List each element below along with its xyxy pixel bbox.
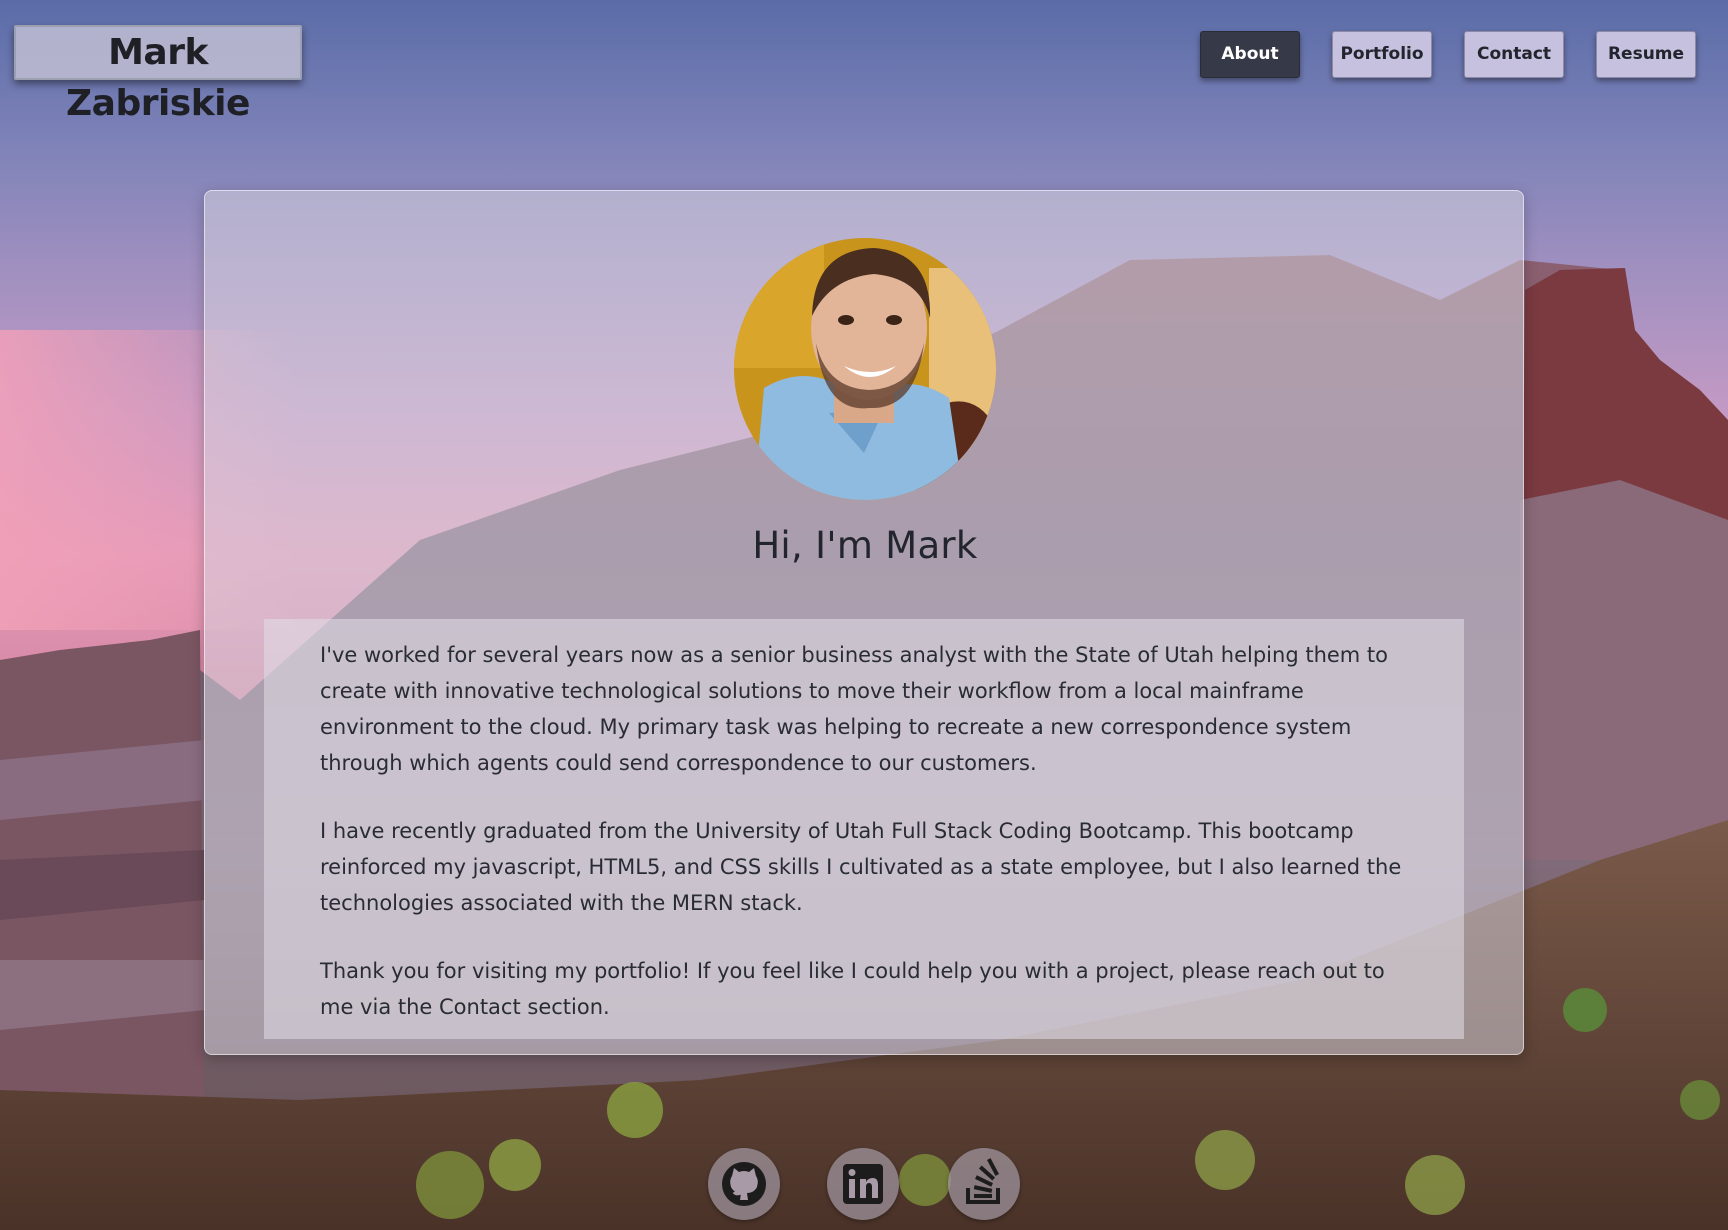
bio-paragraph: I've worked for several years now as a s… bbox=[320, 643, 1389, 775]
bio-text-box: I've worked for several years now as a s… bbox=[264, 619, 1464, 1039]
page: Mark Zabriskie About Portfolio Contact R… bbox=[0, 0, 1728, 1230]
main-nav: About Portfolio Contact Resume bbox=[0, 31, 1728, 78]
about-card: Hi, I'm Mark I've worked for several yea… bbox=[204, 190, 1524, 1055]
greeting-heading: Hi, I'm Mark bbox=[752, 524, 978, 567]
github-icon bbox=[708, 1148, 780, 1220]
profile-photo bbox=[734, 238, 996, 500]
social-links bbox=[0, 1148, 1728, 1223]
nav-about-button[interactable]: About bbox=[1200, 31, 1300, 78]
bio-paragraph: Thank you for visiting my portfolio! If … bbox=[320, 959, 1385, 1019]
nav-resume-button[interactable]: Resume bbox=[1596, 31, 1696, 78]
stack-overflow-link[interactable] bbox=[948, 1148, 1020, 1220]
nav-portfolio-button[interactable]: Portfolio bbox=[1332, 31, 1432, 78]
github-link[interactable] bbox=[708, 1148, 780, 1220]
linkedin-link[interactable] bbox=[827, 1148, 899, 1220]
bio-paragraph: I have recently graduated from the Unive… bbox=[320, 819, 1402, 915]
linkedin-icon bbox=[827, 1148, 899, 1220]
nav-contact-button[interactable]: Contact bbox=[1464, 31, 1564, 78]
stack-overflow-icon bbox=[948, 1148, 1020, 1220]
